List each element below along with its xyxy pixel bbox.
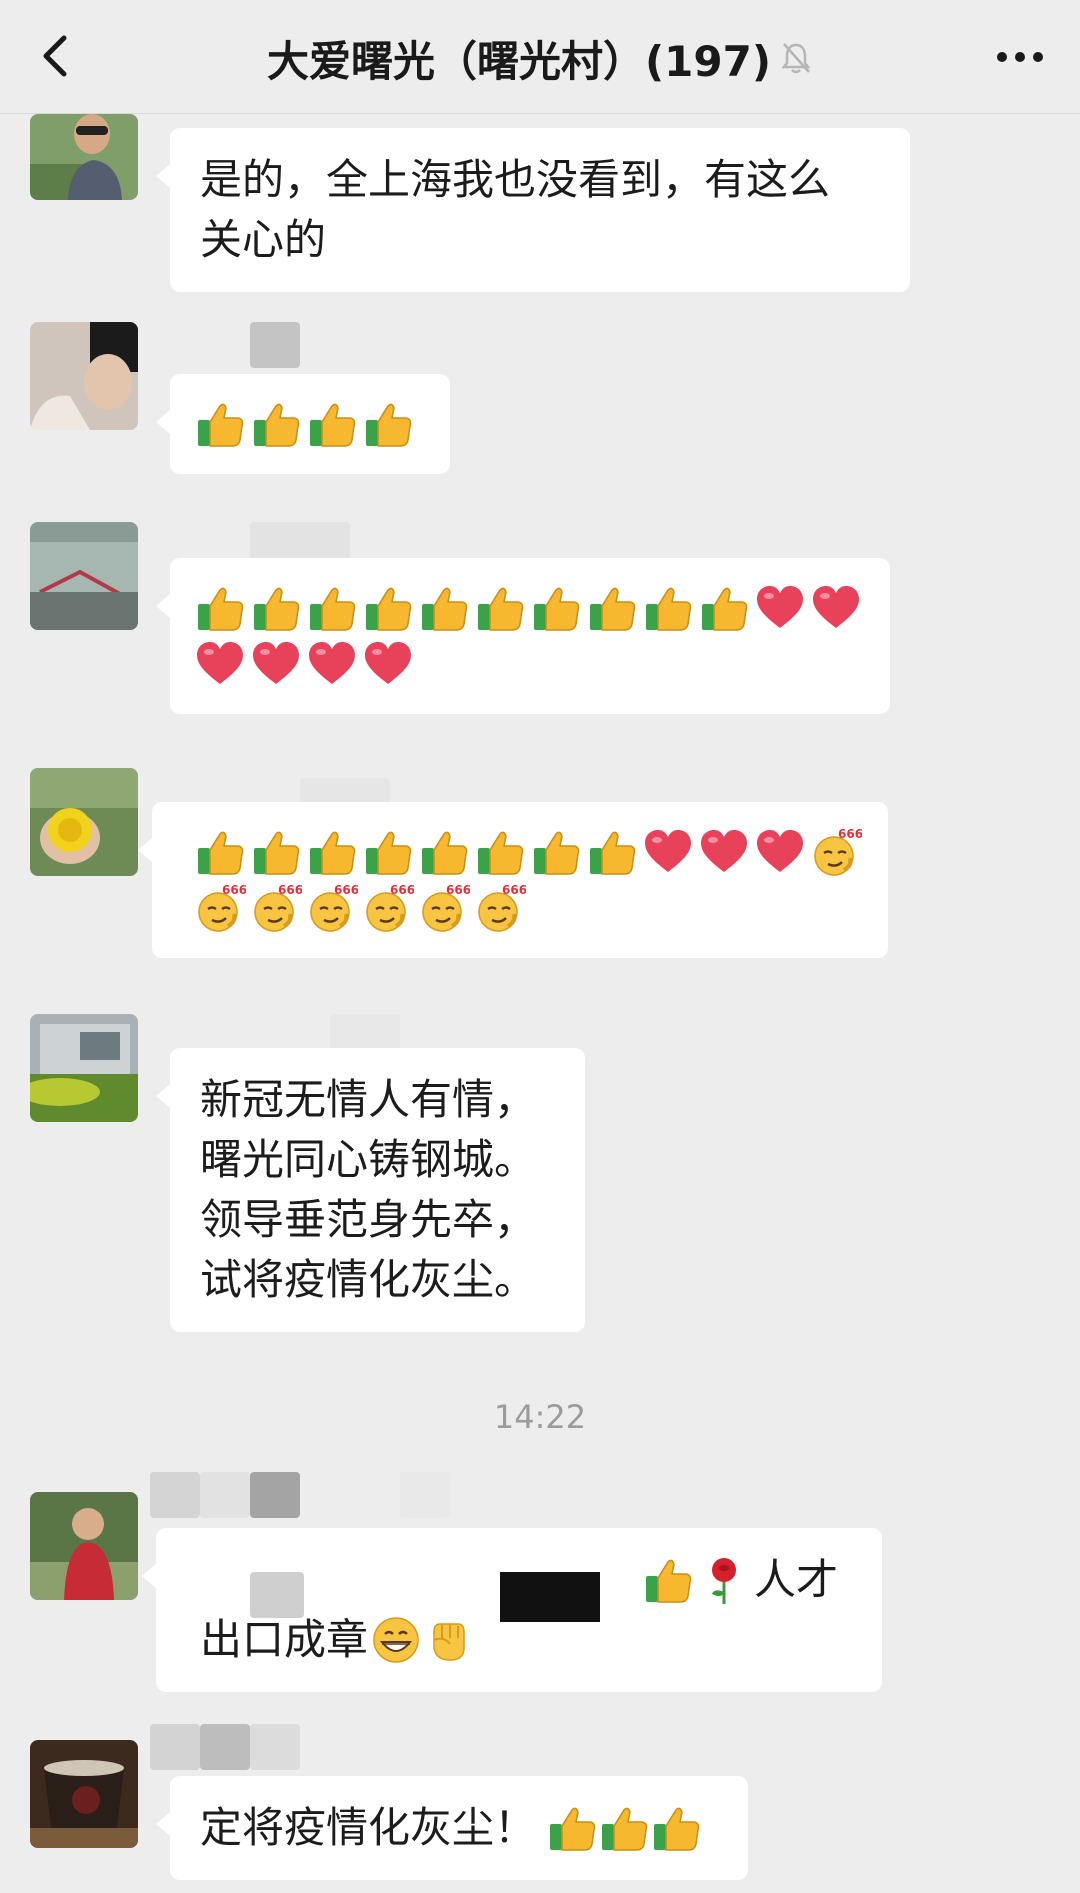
heart-emoji bbox=[306, 638, 358, 690]
thumbs-up-emoji bbox=[650, 1802, 702, 1854]
message-text: 曙光同心铸钢城。 bbox=[200, 1135, 537, 1184]
thumbs-up-emoji bbox=[586, 582, 638, 634]
thumbs-up-emoji bbox=[474, 826, 526, 878]
message-text: 定将疫情化灰尘！ bbox=[200, 1803, 537, 1852]
thumbs-up-emoji bbox=[546, 1802, 598, 1854]
heart-emoji bbox=[362, 638, 414, 690]
message-bubble[interactable]: 人才 出口成章 bbox=[142, 1528, 882, 1692]
666-face-emoji: 666 bbox=[306, 882, 359, 934]
avatar[interactable] bbox=[30, 1492, 138, 1600]
heart-emoji bbox=[642, 826, 694, 878]
message-bubble[interactable]: 新冠无情人有情， 曙光同心铸钢城。 领导垂范身先卒， 试将疫情化灰尘。 bbox=[156, 1048, 585, 1332]
svg-text:666: 666 bbox=[222, 883, 246, 897]
thumbs-up-emoji bbox=[362, 582, 414, 634]
svg-text:666: 666 bbox=[446, 883, 470, 897]
heart-emoji bbox=[698, 826, 750, 878]
svg-text:666: 666 bbox=[838, 827, 862, 841]
chat-header: 大爱曙光（曙光村）(197) bbox=[0, 0, 1080, 114]
thumbs-up-emoji bbox=[250, 826, 302, 878]
back-arrow-icon[interactable] bbox=[34, 30, 82, 82]
svg-text:666: 666 bbox=[390, 883, 414, 897]
timestamp: 14:22 bbox=[493, 1398, 587, 1436]
666-face-emoji: 666 bbox=[418, 882, 471, 934]
heart-emoji bbox=[754, 826, 806, 878]
more-options-icon[interactable] bbox=[992, 40, 1048, 74]
thumbs-up-emoji bbox=[306, 398, 358, 450]
avatar[interactable] bbox=[30, 768, 138, 876]
thumbs-up-emoji bbox=[698, 582, 750, 634]
thumbs-up-emoji bbox=[250, 582, 302, 634]
redacted-block bbox=[500, 1572, 600, 1622]
thumbs-up-emoji bbox=[418, 582, 470, 634]
blurred-content bbox=[250, 1572, 304, 1618]
666-face-emoji: 666 bbox=[250, 882, 303, 934]
message-bubble[interactable]: 定将疫情化灰尘！ bbox=[156, 1776, 748, 1880]
message-text: 领导垂范身先卒， bbox=[200, 1195, 537, 1244]
thumbs-up-emoji bbox=[194, 582, 246, 634]
message-bubble[interactable] bbox=[156, 558, 890, 714]
thumbs-up-emoji bbox=[194, 398, 246, 450]
thumbs-up-emoji bbox=[250, 398, 302, 450]
thumbs-up-emoji bbox=[586, 826, 638, 878]
thumbs-up-emoji bbox=[530, 826, 582, 878]
666-face-emoji: 666 bbox=[474, 882, 527, 934]
message-text: 试将疫情化灰尘。 bbox=[200, 1255, 537, 1304]
chat-title: 大爱曙光（曙光村）(197) bbox=[266, 36, 772, 86]
666-face-emoji: 666 bbox=[194, 882, 247, 934]
sender-name-blurred bbox=[150, 1724, 200, 1770]
heart-emoji bbox=[754, 582, 806, 634]
message-bubble[interactable] bbox=[156, 374, 450, 474]
mute-bell-icon bbox=[781, 43, 811, 74]
666-face-emoji: 666 bbox=[362, 882, 415, 934]
emoji-row bbox=[194, 636, 866, 692]
message-text: 关心的 bbox=[200, 215, 327, 264]
avatar[interactable] bbox=[30, 322, 138, 430]
message-text: 人才 bbox=[753, 1555, 838, 1604]
heart-emoji bbox=[194, 638, 246, 690]
message-text: 新冠无情人有情， bbox=[200, 1075, 537, 1124]
sender-name-blurred bbox=[250, 1724, 300, 1770]
grinning-face-emoji bbox=[370, 1614, 422, 1666]
emoji-row bbox=[194, 396, 426, 452]
heart-emoji bbox=[250, 638, 302, 690]
sender-name-blurred bbox=[250, 322, 300, 368]
svg-text:666: 666 bbox=[502, 883, 526, 897]
thumbs-up-emoji bbox=[530, 582, 582, 634]
avatar[interactable] bbox=[30, 522, 138, 630]
sender-name-blurred bbox=[150, 1472, 200, 1518]
thumbs-up-emoji bbox=[306, 826, 358, 878]
emoji-row: 666 666 666 666 666 666 bbox=[194, 880, 846, 936]
avatar[interactable] bbox=[30, 1740, 138, 1848]
message-text: 是的，全上海我也没看到，有这么 bbox=[200, 155, 831, 204]
thumbs-up-emoji bbox=[642, 1554, 694, 1606]
thumbs-up-emoji bbox=[642, 582, 694, 634]
message-text: 出口成章 bbox=[200, 1615, 369, 1664]
sender-name-blurred bbox=[200, 1472, 250, 1518]
thumbs-up-emoji bbox=[598, 1802, 650, 1854]
thumbs-up-emoji bbox=[362, 826, 414, 878]
heart-emoji bbox=[810, 582, 862, 634]
sender-name-blurred bbox=[400, 1472, 450, 1518]
svg-text:666: 666 bbox=[278, 883, 302, 897]
raised-fist-emoji bbox=[422, 1614, 474, 1666]
thumbs-up-emoji bbox=[362, 398, 414, 450]
emoji-row bbox=[194, 580, 866, 636]
thumbs-up-emoji bbox=[418, 826, 470, 878]
avatar[interactable] bbox=[30, 114, 138, 200]
thumbs-up-emoji bbox=[474, 582, 526, 634]
chat-title-area: 大爱曙光（曙光村）(197) bbox=[240, 28, 840, 88]
message-bubble[interactable]: 是的，全上海我也没看到，有这么 关心的 bbox=[156, 128, 910, 292]
emoji-row: 666 bbox=[194, 824, 863, 880]
sender-name-blurred bbox=[250, 1472, 300, 1518]
message-bubble[interactable]: 666 666 666 666 666 666 666 bbox=[138, 802, 888, 958]
666-face-emoji: 666 bbox=[810, 826, 863, 878]
svg-text:666: 666 bbox=[334, 883, 358, 897]
thumbs-up-emoji bbox=[194, 826, 246, 878]
message-line: 定将疫情化灰尘！ bbox=[200, 1798, 718, 1858]
rose-emoji bbox=[698, 1554, 750, 1606]
thumbs-up-emoji bbox=[306, 582, 358, 634]
chat-screen: 大爱曙光（曙光村）(197) 是的，全上海我也没看到，有这么 关心的 666 6… bbox=[0, 0, 1080, 1893]
sender-name-blurred bbox=[200, 1724, 250, 1770]
avatar[interactable] bbox=[30, 1014, 138, 1122]
